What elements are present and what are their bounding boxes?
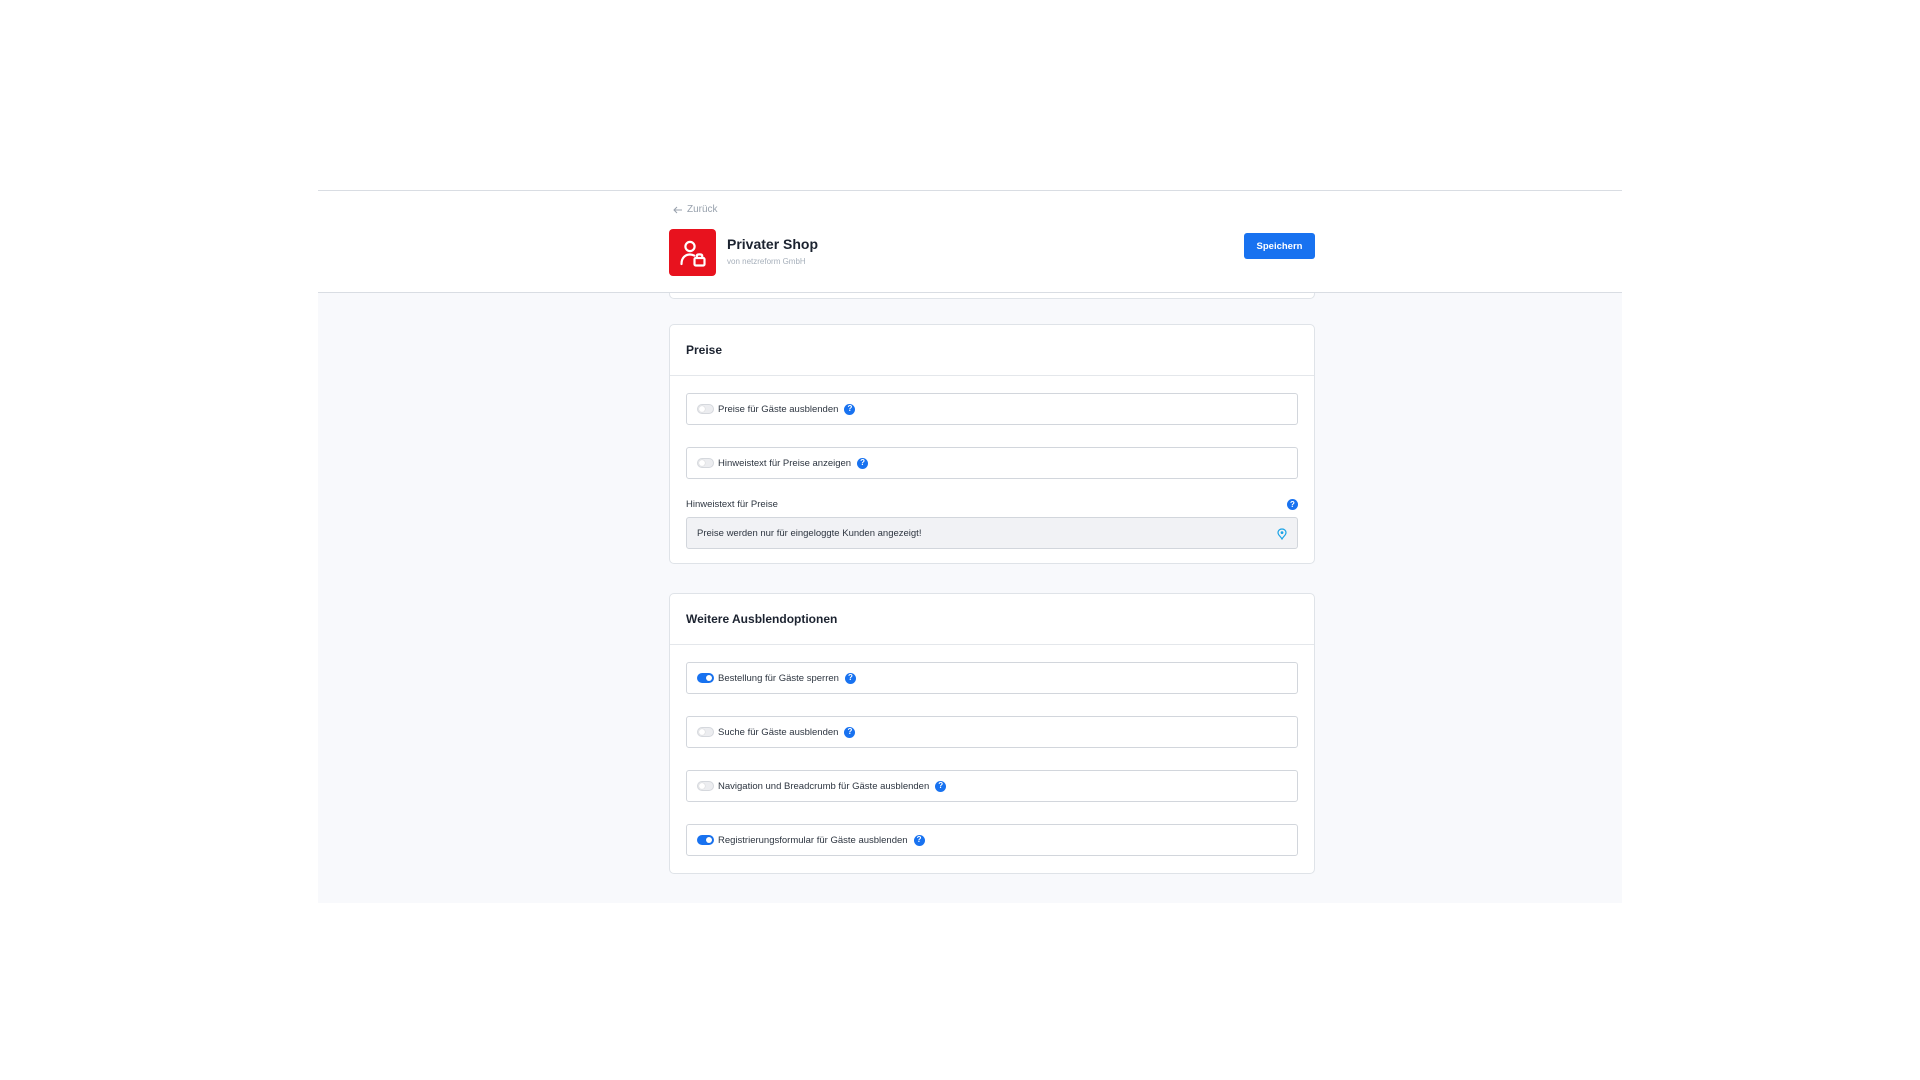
back-link[interactable]: Zurück [673, 204, 718, 215]
price-hint-input[interactable] [697, 527, 1257, 539]
page-title: Privater Shop [727, 236, 819, 252]
translate-icon[interactable] [1277, 528, 1287, 540]
help-icon[interactable]: ? [913, 834, 925, 846]
prices-card-header: Preise [670, 325, 1314, 376]
help-icon[interactable]: ? [844, 726, 856, 738]
help-icon[interactable]: ? [844, 403, 856, 415]
toggle-label: Hinweistext für Preise anzeigen [718, 457, 852, 469]
previous-card-edge [669, 293, 1315, 299]
toggle-row-hide-search[interactable]: Suche für Gäste ausblenden ? [686, 716, 1298, 748]
help-icon[interactable]: ? [857, 457, 869, 469]
more-options-card-header: Weitere Ausblendoptionen [670, 594, 1314, 645]
price-hint-field[interactable] [686, 517, 1298, 549]
toggle-block-orders[interactable] [697, 673, 714, 683]
toggle-row-block-orders[interactable]: Bestellung für Gäste sperren ? [686, 662, 1298, 694]
toggle-hide-registration[interactable] [697, 835, 714, 845]
more-options-card-title: Weitere Ausblendoptionen [686, 612, 838, 626]
toggle-label: Suche für Gäste ausblenden [718, 726, 839, 738]
app-icon [669, 229, 716, 276]
toggle-row-show-price-hint[interactable]: Hinweistext für Preise anzeigen ? [686, 447, 1298, 479]
back-link-label: Zurück [687, 204, 718, 215]
page-header: Zurück Privater Shop von netzreform GmbH… [318, 191, 1622, 293]
toggle-row-hide-navigation[interactable]: Navigation und Breadcrumb für Gäste ausb… [686, 770, 1298, 802]
user-lock-icon [679, 240, 706, 267]
help-icon[interactable]: ? [935, 780, 947, 792]
toggle-hide-prices[interactable] [697, 404, 714, 414]
app-frame: Zurück Privater Shop von netzreform GmbH… [318, 190, 1622, 903]
toggle-show-price-hint[interactable] [697, 458, 714, 468]
toggle-hide-navigation[interactable] [697, 781, 714, 791]
toggle-label: Bestellung für Gäste sperren [718, 672, 839, 684]
more-options-card: Weitere Ausblendoptionen Bestellung für … [669, 593, 1315, 874]
toggle-hide-search[interactable] [697, 727, 714, 737]
toggle-label: Preise für Gäste ausblenden [718, 403, 839, 415]
prices-card-title: Preise [686, 343, 723, 357]
help-icon[interactable]: ? [844, 672, 856, 684]
arrow-left-icon [673, 206, 682, 213]
toggle-label: Navigation und Breadcrumb für Gäste ausb… [718, 780, 930, 792]
save-button[interactable]: Speichern [1244, 233, 1315, 259]
app-vendor: von netzreform GmbH [727, 257, 806, 266]
toggle-row-hide-registration[interactable]: Registrierungsformular für Gäste ausblen… [686, 824, 1298, 856]
toggle-row-hide-prices[interactable]: Preise für Gäste ausblenden ? [686, 393, 1298, 425]
price-hint-label: Hinweistext für Preise [686, 499, 778, 510]
toggle-label: Registrierungsformular für Gäste ausblen… [718, 834, 908, 846]
prices-card: Preise Preise für Gäste ausblenden ? Hin… [669, 324, 1315, 564]
help-icon[interactable]: ? [1287, 499, 1298, 510]
